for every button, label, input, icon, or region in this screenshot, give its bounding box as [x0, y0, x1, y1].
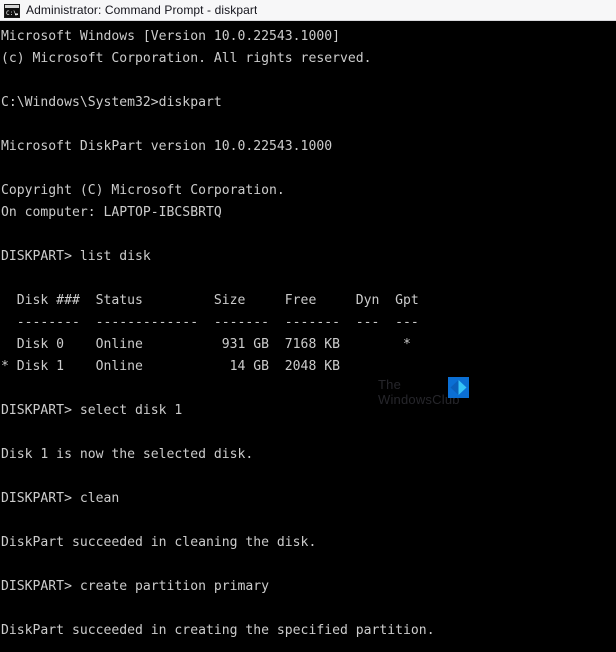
- console-output-area[interactable]: Microsoft Windows [Version 10.0.22543.10…: [0, 21, 616, 652]
- window-title: Administrator: Command Prompt - diskpart: [26, 3, 258, 17]
- command-prompt-window: C:\ Administrator: Command Prompt - disk…: [0, 0, 616, 652]
- command-prompt-icon: C:\: [4, 3, 20, 18]
- console-text: Microsoft Windows [Version 10.0.22543.10…: [1, 29, 435, 638]
- title-bar[interactable]: C:\ Administrator: Command Prompt - disk…: [0, 0, 616, 21]
